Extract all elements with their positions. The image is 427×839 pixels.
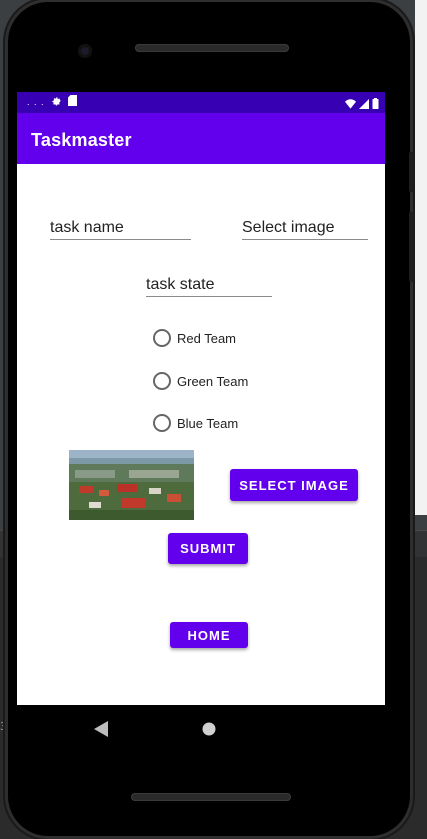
task-state-input[interactable]: task state	[146, 276, 272, 297]
app-bar: Taskmaster	[17, 113, 385, 164]
image-preview	[69, 450, 194, 520]
sd-card-icon	[67, 95, 77, 109]
radio-blue-team[interactable]: Blue Team	[153, 414, 238, 432]
volume-button[interactable]	[409, 152, 414, 192]
radio-red-team[interactable]: Red Team	[153, 329, 236, 347]
front-camera	[78, 44, 92, 58]
app-title: Taskmaster	[31, 130, 132, 150]
select-image-field[interactable]: Select image	[242, 219, 368, 240]
wifi-icon	[345, 96, 356, 114]
bottom-speaker	[131, 793, 291, 801]
select-image-button[interactable]: SELECT IMAGE	[230, 469, 358, 501]
back-icon[interactable]	[94, 721, 108, 742]
radio-green-team[interactable]: Green Team	[153, 372, 248, 390]
radio-label: Blue Team	[177, 415, 239, 431]
status-bar: . . .	[17, 92, 385, 113]
gear-icon	[51, 95, 62, 109]
ide-side-panel	[415, 0, 427, 515]
app-screen: . . . Taskmaster task name Select image …	[17, 92, 385, 705]
power-button[interactable]	[409, 212, 414, 282]
battery-icon	[372, 96, 379, 114]
radio-label: Green Team	[177, 373, 249, 389]
radio-circle-icon[interactable]	[153, 372, 171, 390]
signal-icon	[359, 96, 369, 114]
top-speaker	[135, 44, 289, 52]
task-name-input[interactable]: task name	[50, 219, 191, 240]
home-icon[interactable]	[202, 722, 216, 741]
radio-circle-icon[interactable]	[153, 414, 171, 432]
notification-dots: . . .	[27, 97, 45, 107]
radio-label: Red Team	[177, 330, 237, 346]
home-button[interactable]: HOME	[170, 622, 248, 648]
submit-button[interactable]: SUBMIT	[168, 533, 248, 564]
radio-circle-icon[interactable]	[153, 329, 171, 347]
navigation-bar	[17, 705, 385, 753]
